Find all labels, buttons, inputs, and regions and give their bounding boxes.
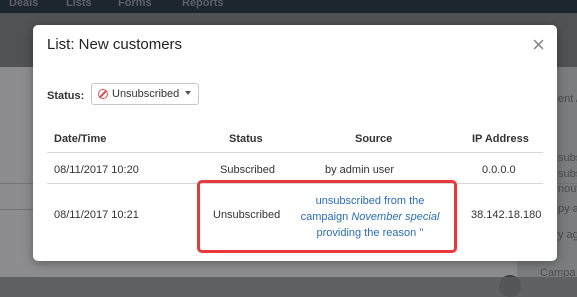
close-icon[interactable]: × (532, 34, 545, 56)
row-source: by admin user (325, 164, 395, 176)
chevron-down-icon (185, 91, 191, 95)
table-header-divider (47, 152, 543, 153)
row-status: Subscribed (220, 164, 276, 176)
row-ip: 38.142.18.180 (471, 209, 542, 221)
column-header-source: Source (355, 133, 393, 145)
modal-title: List: New customers (47, 36, 183, 53)
row-ip: 0.0.0.0 (482, 164, 516, 176)
status-filter-value: Unsubscribed (112, 88, 180, 100)
list-history-modal: List: New customers × Status: Unsubscrib… (33, 25, 557, 261)
row-datetime: 08/11/2017 10:20 (54, 164, 139, 176)
status-filter-select[interactable]: Unsubscribed (91, 83, 199, 105)
unsubscribed-icon (98, 89, 108, 99)
column-header-status: Status (229, 133, 263, 145)
background-avatar-icon (499, 275, 521, 297)
column-header-datetime: Date/Time (54, 133, 107, 145)
status-filter-label: Status: (47, 90, 85, 102)
row-datetime: 08/11/2017 10:21 (54, 209, 139, 221)
highlight-annotation (197, 180, 457, 253)
column-header-ip: IP Address (472, 133, 529, 145)
